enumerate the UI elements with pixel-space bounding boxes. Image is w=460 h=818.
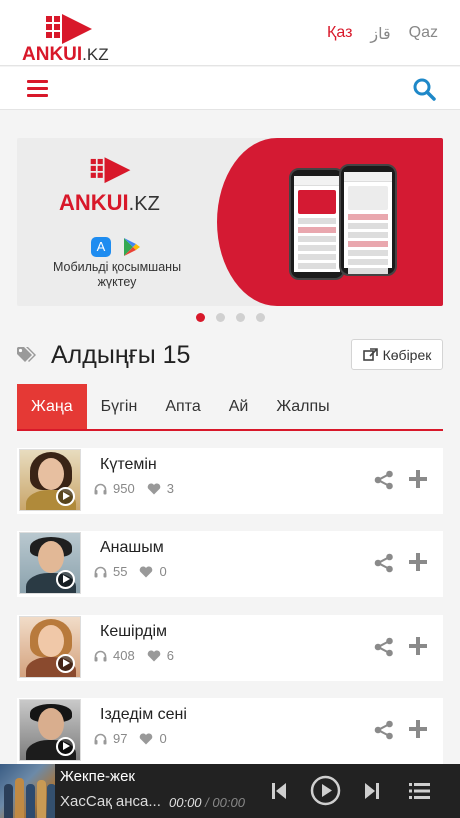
- play-icon[interactable]: [56, 487, 75, 506]
- hamburger-icon[interactable]: [27, 80, 48, 97]
- like-count: 0: [159, 731, 167, 746]
- track-stats: 97 0: [94, 731, 179, 746]
- track-title[interactable]: Күтемін: [100, 456, 157, 474]
- like-count: 3: [166, 481, 174, 496]
- tags-icon: [17, 347, 36, 362]
- track-title[interactable]: Кешірдім: [100, 623, 167, 641]
- banner-logo: ANKUI.KZ: [59, 156, 209, 216]
- logo-domain: .KZ: [82, 45, 109, 64]
- carousel-dot[interactable]: [256, 313, 265, 322]
- player-track-title: Жекпе-жек: [60, 768, 135, 785]
- track-row: Кешірдім 408 6: [17, 615, 443, 681]
- carousel-dot[interactable]: [236, 313, 245, 322]
- lang-kaz-arabic[interactable]: قاز: [370, 24, 390, 44]
- track-row: Іздедім сені 97 0: [17, 698, 443, 764]
- track-title[interactable]: Анашым: [100, 539, 164, 557]
- banner-logo-text: ANKUI: [59, 190, 129, 215]
- heart-icon[interactable]: [147, 649, 161, 662]
- player-cover[interactable]: [0, 764, 55, 818]
- player-artist: ХасСақ анса...: [60, 793, 161, 810]
- promo-banner[interactable]: ANKUI.KZ A Мобильді қосымшаны жүктеу: [17, 138, 443, 306]
- like-count: 6: [166, 648, 174, 663]
- player-time: 00:00 / 00:00: [169, 795, 245, 810]
- tab-week[interactable]: Апта: [151, 384, 214, 429]
- track-stats: 950 3: [94, 481, 186, 496]
- section-title: Алдыңғы 15: [51, 340, 191, 369]
- heart-icon[interactable]: [139, 565, 153, 578]
- heart-icon[interactable]: [147, 482, 161, 495]
- lang-kaz-latin[interactable]: Qaz: [409, 24, 438, 44]
- listen-count: 408: [113, 648, 135, 663]
- tab-month[interactable]: Ай: [215, 384, 263, 429]
- play-icon[interactable]: [310, 775, 341, 806]
- headphones-icon: [94, 483, 107, 494]
- track-stats: 408 6: [94, 648, 186, 663]
- tab-today[interactable]: Бүгін: [87, 384, 152, 429]
- time-separator: /: [201, 795, 213, 810]
- play-icon[interactable]: [56, 654, 75, 673]
- share-icon[interactable]: [374, 470, 394, 490]
- language-switcher: Қаз قاز Qaz: [327, 24, 438, 44]
- track-row: Күтемін 950 3: [17, 448, 443, 514]
- period-tabs: Жаңа Бүгін Апта Ай Жалпы: [17, 384, 443, 431]
- track-cover[interactable]: [19, 449, 81, 511]
- duration: 00:00: [212, 795, 245, 810]
- tab-all-time[interactable]: Жалпы: [262, 384, 343, 429]
- banner-caption-line2: жүктеу: [97, 275, 137, 289]
- logo-mark-icon: [46, 14, 92, 44]
- listen-count: 97: [113, 731, 128, 746]
- external-link-icon: [362, 348, 378, 361]
- playlist-icon[interactable]: [409, 782, 430, 800]
- share-icon[interactable]: [374, 637, 394, 657]
- like-count: 0: [159, 564, 167, 579]
- site-logo[interactable]: ANKUI.KZ: [22, 14, 112, 65]
- top-header: ANKUI.KZ Қаз قاز Qaz: [0, 0, 460, 66]
- previous-track-icon[interactable]: [271, 781, 287, 801]
- lang-kaz-cyrillic[interactable]: Қаз: [327, 24, 352, 44]
- play-icon[interactable]: [56, 570, 75, 589]
- track-stats: 55 0: [94, 564, 179, 579]
- track-cover[interactable]: [19, 532, 81, 594]
- add-icon[interactable]: [409, 470, 427, 488]
- listen-count: 55: [113, 564, 128, 579]
- app-store-icon[interactable]: A: [91, 237, 111, 257]
- search-icon[interactable]: [412, 77, 436, 101]
- phone-mockup-right: [339, 164, 397, 276]
- heart-icon[interactable]: [139, 732, 153, 745]
- track-cover[interactable]: [19, 616, 81, 678]
- banner-logo-mark-icon: [90, 157, 131, 184]
- banner-caption: Мобильді қосымшаны жүктеу: [47, 260, 187, 290]
- headphones-icon: [94, 566, 107, 577]
- add-icon[interactable]: [409, 720, 427, 738]
- banner-logo-domain: .KZ: [128, 193, 160, 215]
- carousel-dot[interactable]: [196, 313, 205, 322]
- play-icon[interactable]: [56, 737, 75, 756]
- banner-caption-line1: Мобильді қосымшаны: [52, 260, 182, 274]
- nav-bar: [0, 67, 460, 110]
- tab-new[interactable]: Жаңа: [17, 384, 87, 429]
- track-cover[interactable]: [19, 699, 81, 761]
- phone-mockup-left: [289, 168, 345, 280]
- share-icon[interactable]: [374, 720, 394, 740]
- audio-player: Жекпе-жек ХасСақ анса... 00:00 / 00:00: [0, 764, 460, 818]
- add-icon[interactable]: [409, 553, 427, 571]
- more-button[interactable]: Көбірек: [351, 339, 443, 370]
- section-header: Алдыңғы 15: [17, 339, 190, 371]
- track-row: Анашым 55 0: [17, 531, 443, 597]
- headphones-icon: [94, 733, 107, 744]
- share-icon[interactable]: [374, 553, 394, 573]
- track-title[interactable]: Іздедім сені: [100, 706, 187, 724]
- add-icon[interactable]: [409, 637, 427, 655]
- logo-text: ANKUI: [22, 44, 83, 65]
- carousel-dots: [196, 313, 265, 322]
- current-time: 00:00: [169, 795, 202, 810]
- listen-count: 950: [113, 481, 135, 496]
- more-button-label: Көбірек: [382, 346, 432, 363]
- carousel-dot[interactable]: [216, 313, 225, 322]
- headphones-icon: [94, 650, 107, 661]
- google-play-icon[interactable]: [121, 237, 141, 257]
- store-icons: A: [91, 237, 141, 257]
- next-track-icon[interactable]: [364, 781, 380, 801]
